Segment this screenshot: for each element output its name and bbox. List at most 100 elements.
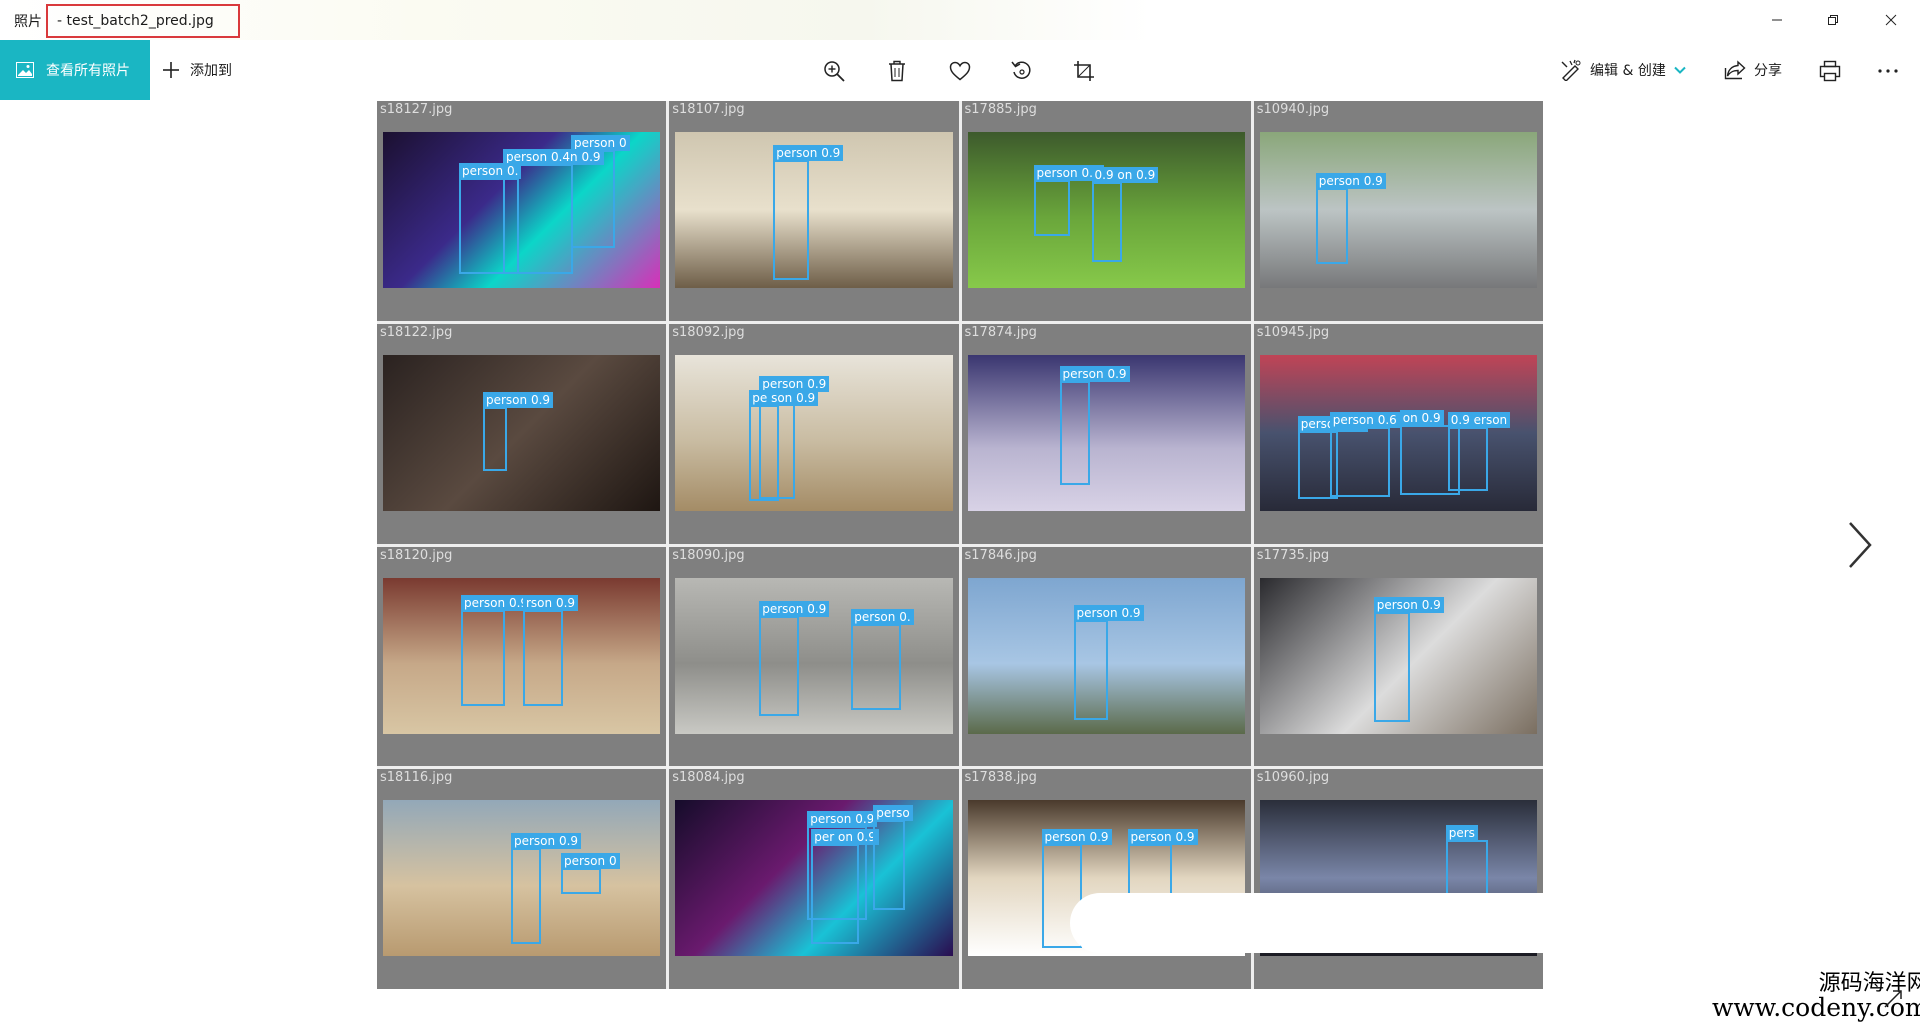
more-button[interactable] (1870, 53, 1906, 89)
detection-box: 0.9 erson (1447, 411, 1511, 491)
print-icon (1819, 60, 1841, 82)
zoom-in-icon (824, 61, 845, 82)
detection-box: perso (873, 805, 913, 911)
detection-box: person 0.9 (1373, 596, 1444, 722)
cell-filename: s17846.jpg (964, 547, 1037, 563)
view-all-label: 查看所有照片 (46, 63, 130, 79)
grid-cell: s10945.jpg person 0.5person 0.6on 0.90.9 … (1253, 323, 1543, 544)
detection-label: person 0.9 (1041, 829, 1112, 846)
detection-label: person 0.9 (1373, 596, 1444, 613)
thumbnail-image: person 0.9 (383, 354, 661, 511)
print-button[interactable] (1812, 53, 1848, 89)
grid-cell: s18122.jpg person 0.9 (377, 323, 667, 544)
detection-box: person 0.9 (1033, 165, 1104, 236)
view-all-photos-button[interactable]: 查看所有照片 (0, 40, 150, 100)
cell-filename: s17885.jpg (964, 102, 1037, 117)
detection-label: person 0.6 (1329, 411, 1400, 428)
more-icon (1878, 69, 1898, 73)
detection-label: person 0.9 (1059, 365, 1130, 382)
detection-label: pers (1445, 825, 1478, 842)
cell-filename: s18090.jpg (672, 547, 745, 563)
detection-label: perso (873, 805, 913, 822)
cell-filename: s10940.jpg (1256, 102, 1330, 117)
edit-create-icon (1561, 59, 1581, 81)
thumbnail-image: person 0.9 (1259, 132, 1537, 288)
app-name: 照片 (14, 14, 42, 30)
thumbnail-image: person 0.9 rson 0.9 (383, 577, 661, 734)
thumbnail-image: person 0.9 (1259, 577, 1537, 734)
detection-box: person 0.9 (1315, 173, 1386, 264)
title-bar: 照片 - test_batch2_pred.jpg (0, 0, 1920, 40)
detection-box: person 0.6 (1329, 411, 1400, 497)
minimize-icon (1772, 19, 1782, 21)
share-button[interactable]: 分享 (1724, 40, 1782, 100)
delete-icon (889, 60, 905, 82)
grid-cell: s17874.jpg person 0.9 (961, 323, 1251, 544)
grid-cell: s18092.jpg person 0.9 pe son 0.9 (669, 323, 959, 544)
detection-box: person 0.9 (483, 391, 554, 471)
photo-viewer-image[interactable]: s18127.jpg person 0 person 0.4n 0.9 person … (377, 101, 1543, 989)
delete-button[interactable] (879, 53, 915, 89)
detection-box: person 0 (561, 853, 620, 895)
detection-box: person 0.9 (1059, 365, 1130, 485)
crop-icon (1074, 61, 1094, 81)
thumbnail-image: person 0.9 per on 0.9 perso (675, 800, 953, 957)
detection-box: pe son 0.9 (749, 389, 819, 501)
chevron-down-icon (1674, 66, 1686, 74)
cell-filename: s18127.jpg (380, 102, 453, 117)
cell-filename: s18084.jpg (672, 770, 745, 786)
thumbnail-image: person 0.9 person 0. (675, 577, 953, 734)
detection-box: person 0.9 (511, 833, 582, 945)
thumbnail-image: person 0 person 0.4n 0.9 person 0. (383, 132, 661, 288)
add-to-button[interactable]: 添加到 (162, 40, 232, 100)
edit-create-label: 编辑 & 创建 (1590, 63, 1666, 79)
thumbnail-image: person 0.9 pe son 0.9 (675, 354, 953, 511)
grid-cell: s17838.jpg person 0.9 person 0.9 (961, 769, 1251, 989)
cell-filename: s10960.jpg (1256, 770, 1330, 786)
chevron-right-icon (1849, 522, 1872, 568)
zoom-button[interactable] (816, 53, 852, 89)
detection-box: person 0. (851, 608, 914, 710)
detection-box: rson 0.9 (523, 594, 579, 706)
detection-label: person 0. (851, 608, 914, 625)
rotate-button[interactable] (1004, 53, 1040, 89)
detection-box: person 0.9 (461, 594, 532, 706)
minimize-button[interactable] (1748, 0, 1806, 40)
detection-label: on 0.9 (1399, 409, 1444, 426)
heart-icon (949, 61, 971, 81)
close-icon (1885, 14, 1897, 26)
cell-filename: s17838.jpg (964, 770, 1037, 786)
detection-label: person 0 (561, 853, 620, 870)
detection-label: person 0.9 (483, 391, 554, 408)
thumbnail-image: person 0.9 0.9 on 0.9 (967, 132, 1245, 288)
grid-cell: s10960.jpg pers (1253, 769, 1543, 989)
close-button[interactable] (1862, 0, 1920, 40)
detection-label: person 0. (459, 163, 522, 179)
next-photo-button[interactable] (1838, 515, 1878, 575)
grid-cell: s18116.jpg person 0.9 person 0 (377, 769, 667, 989)
share-label: 分享 (1754, 63, 1782, 79)
detection-label: per on 0.9 (811, 829, 879, 846)
detection-label: 0.9 on 0.9 (1091, 167, 1159, 183)
cell-filename: s18116.jpg (380, 770, 453, 786)
detection-label: 0.9 erson (1447, 411, 1511, 428)
cell-filename: s18122.jpg (380, 324, 453, 340)
plus-icon (163, 62, 179, 78)
restore-button[interactable] (1804, 0, 1862, 40)
crop-button[interactable] (1066, 53, 1102, 89)
expand-icon[interactable] (1882, 988, 1904, 1010)
detection-label: person 0.9 (1315, 173, 1386, 189)
cell-filename: s18120.jpg (380, 547, 453, 563)
detection-box: person 0. (459, 163, 522, 274)
grid-cell: s17885.jpg person 0.9 0.9 on 0.9 (961, 101, 1251, 321)
detection-box: person 0.9 (759, 600, 830, 716)
cell-filename: s17735.jpg (1256, 547, 1330, 563)
detection-label: rson 0.9 (523, 594, 579, 611)
favorite-button[interactable] (942, 53, 978, 89)
detection-box: person 0.9 (1073, 604, 1144, 720)
detection-label: person 0.9 (511, 833, 582, 850)
cell-filename: s17874.jpg (964, 324, 1037, 340)
edit-create-button[interactable]: 编辑 & 创建 (1560, 40, 1686, 100)
detection-label: person 0.9 (807, 811, 878, 828)
cell-filename: s18107.jpg (672, 102, 745, 117)
